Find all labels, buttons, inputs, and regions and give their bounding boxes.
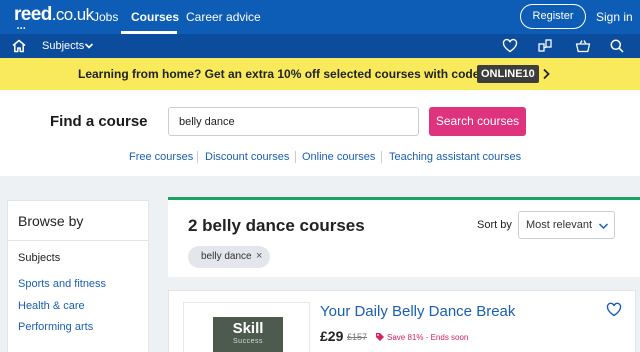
course-price: £29: [320, 328, 344, 344]
register-button[interactable]: Register: [520, 4, 586, 29]
subjects-menu[interactable]: Subjects: [42, 39, 84, 53]
top-nav: reed.co.uk ••• Jobs Courses Career advic…: [0, 0, 640, 34]
home-icon[interactable]: [11, 38, 27, 54]
compare-icon[interactable]: [537, 38, 553, 54]
promo-code-badge: ONLINE10: [477, 65, 539, 83]
course-search-input[interactable]: [168, 107, 419, 136]
chevron-down-icon: [598, 223, 609, 230]
quick-link-discount[interactable]: Discount courses: [205, 150, 289, 164]
quick-link-separator: [381, 151, 382, 163]
course-title-link[interactable]: Your Daily Belly Dance Break: [320, 303, 515, 321]
tag-icon: [376, 333, 384, 341]
course-save-text: Save 81% - Ends soon: [387, 333, 469, 342]
promo-banner[interactable]: Learning from home? Get an extra 10% off…: [0, 58, 640, 90]
filter-chip-label: belly dance: [201, 251, 252, 262]
browse-item-health-care[interactable]: Health & care: [18, 300, 85, 313]
find-course-label: Find a course: [50, 113, 148, 130]
quick-link-online[interactable]: Online courses: [302, 150, 375, 164]
logo-dots: •••: [17, 26, 27, 32]
results-count-title: 2 belly dance courses: [188, 216, 365, 235]
chevron-right-icon: [543, 68, 550, 80]
quick-link-separator: [197, 151, 198, 163]
results-header: 2 belly dance courses Sort by Most relev…: [168, 197, 640, 277]
browse-item-performing-arts[interactable]: Performing arts: [18, 321, 93, 334]
chevron-down-icon[interactable]: [84, 41, 94, 51]
promo-text: Learning from home? Get an extra 10% off…: [78, 67, 480, 81]
reed-logo[interactable]: reed.co.uk •••: [14, 4, 94, 33]
basket-icon[interactable]: [575, 38, 591, 54]
sign-in-link[interactable]: Sign in: [596, 10, 633, 24]
search-courses-button[interactable]: Search courses: [429, 107, 526, 136]
provider-logo-line1: Skill: [232, 320, 264, 337]
provider-logo: Skill Success: [213, 317, 283, 352]
browse-title: Browse by: [18, 213, 84, 229]
close-icon[interactable]: ×: [256, 250, 262, 263]
course-thumbnail[interactable]: Skill Success: [183, 302, 310, 352]
sort-select-value: Most relevant: [526, 219, 593, 231]
quick-link-free[interactable]: Free courses: [129, 150, 193, 164]
course-old-price: £157: [347, 332, 368, 342]
course-card[interactable]: Skill Success Your Daily Belly Dance Bre…: [168, 290, 636, 352]
nav-jobs[interactable]: Jobs: [93, 10, 118, 24]
heart-icon[interactable]: [502, 38, 518, 54]
sub-nav: Subjects: [0, 34, 640, 58]
filter-chip[interactable]: belly dance ×: [188, 246, 270, 268]
quick-link-separator: [295, 151, 296, 163]
sort-label: Sort by: [477, 219, 512, 231]
provider-logo-line2: Success: [233, 338, 263, 345]
browse-item-sports-fitness[interactable]: Sports and fitness: [18, 278, 106, 291]
browse-divider: [8, 240, 148, 241]
quick-links: Free courses Discount courses Online cou…: [0, 150, 640, 164]
sort-select[interactable]: Most relevant: [518, 211, 615, 239]
logo-main: reed: [14, 4, 52, 25]
course-search-panel: Find a course Search courses Free course…: [0, 90, 640, 176]
browse-subjects-heading: Subjects: [18, 252, 61, 264]
nav-courses[interactable]: Courses: [131, 10, 179, 24]
logo-tld: .co.uk: [51, 5, 94, 24]
quick-link-teaching-assistant[interactable]: Teaching assistant courses: [389, 150, 521, 164]
search-icon[interactable]: [609, 38, 625, 54]
heart-icon[interactable]: [606, 302, 622, 317]
browse-panel: Browse by Subjects Sports and fitness He…: [7, 200, 149, 352]
nav-career-advice[interactable]: Career advice: [186, 10, 261, 24]
